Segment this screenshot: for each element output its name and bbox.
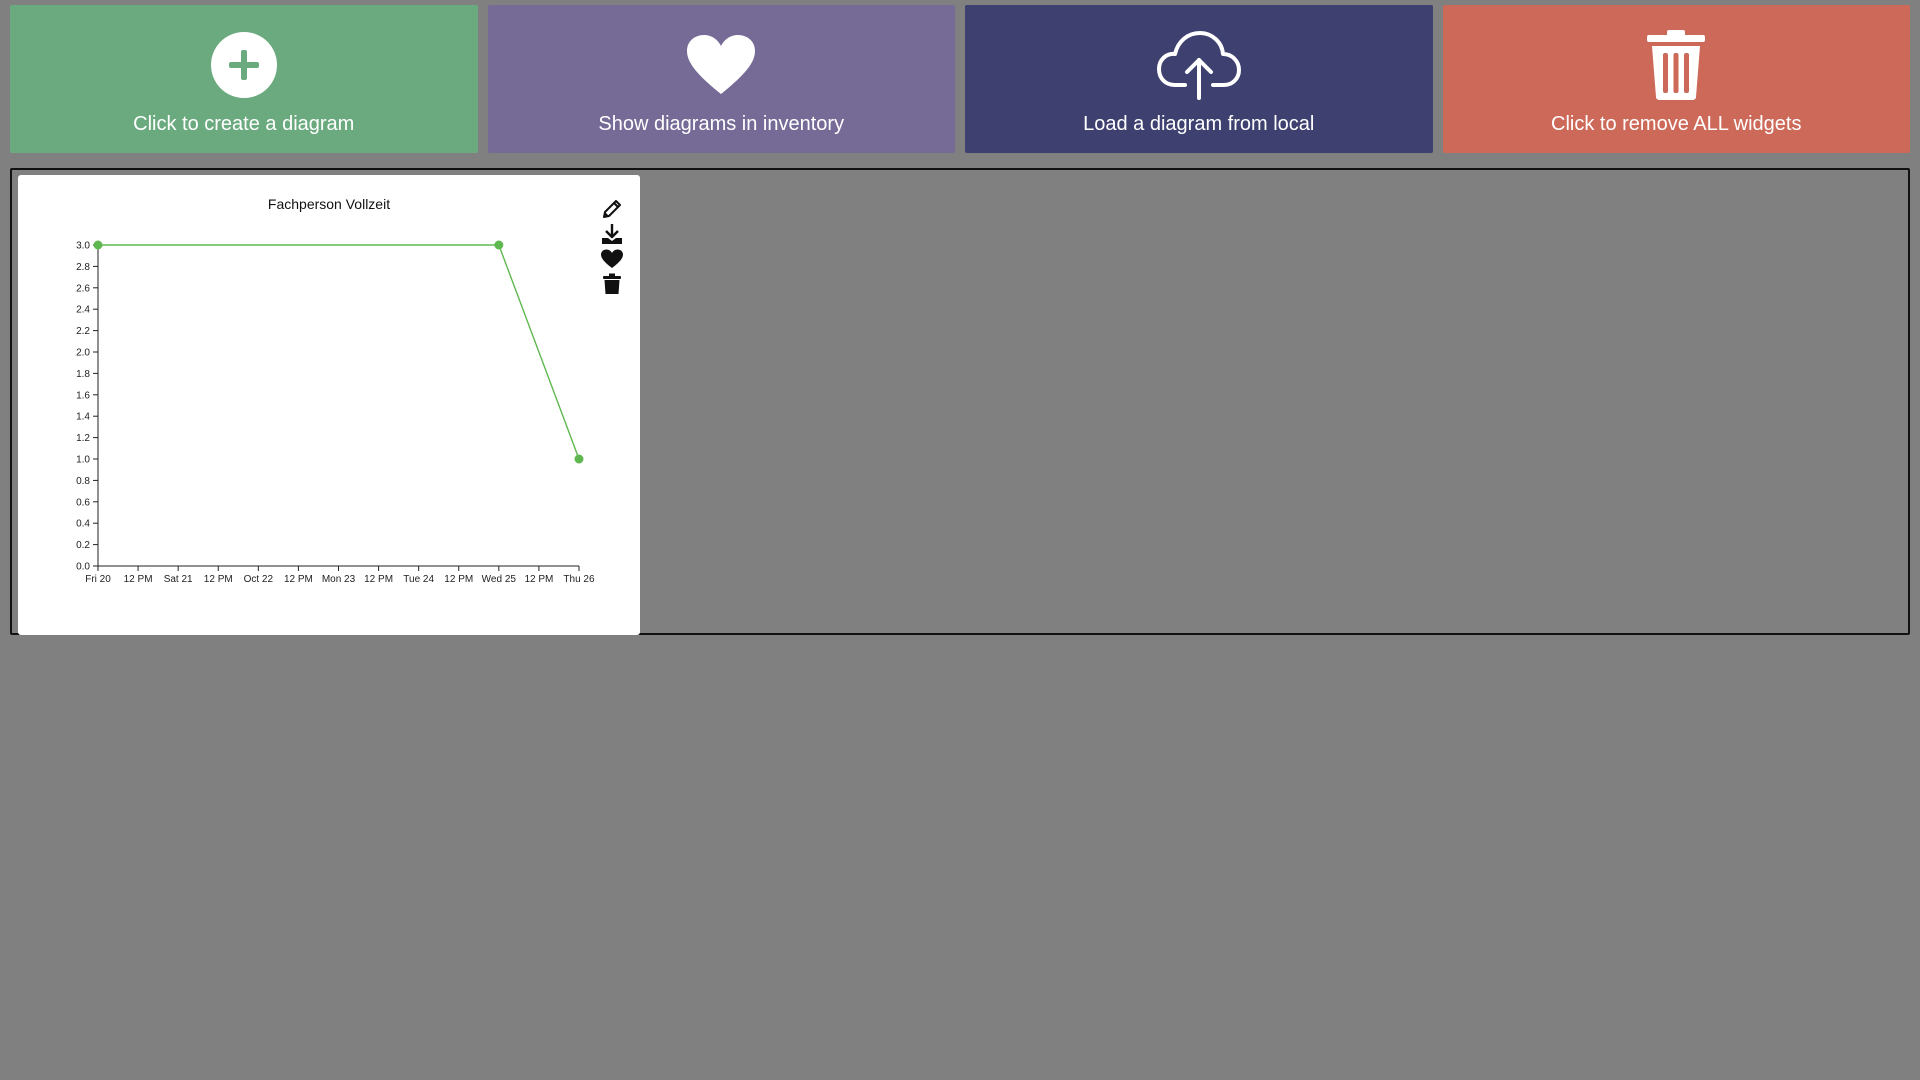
x-tick-label: 12 PM bbox=[124, 574, 153, 585]
y-tick-label: 2.0 bbox=[76, 348, 90, 359]
chart-title: Fachperson Vollzeit bbox=[268, 196, 390, 212]
widget-toolbar bbox=[598, 197, 626, 295]
download-icon bbox=[602, 223, 622, 244]
plus-circle-icon bbox=[202, 23, 286, 107]
x-tick-label: Mon 23 bbox=[322, 574, 356, 585]
x-tick-label: 12 PM bbox=[444, 574, 473, 585]
y-tick-label: 0.4 bbox=[76, 519, 90, 530]
heart-icon bbox=[679, 23, 763, 107]
show-inventory-label: Show diagrams in inventory bbox=[598, 113, 845, 135]
create-diagram-label: Click to create a diagram bbox=[133, 113, 355, 135]
x-tick-label: Sat 21 bbox=[164, 574, 193, 585]
series-line bbox=[98, 244, 580, 460]
x-tick-label: Tue 24 bbox=[403, 574, 434, 585]
x-tick-label: 12 PM bbox=[524, 574, 553, 585]
trash-icon bbox=[603, 273, 621, 294]
y-tick-label: 1.8 bbox=[76, 369, 90, 380]
x-tick-label: Oct 22 bbox=[244, 574, 274, 585]
widget-workspace: Fachperson Vollzeit 0.0 0.2 0.4 0.6 0.8 1.0 1.… bbox=[10, 168, 1910, 635]
y-tick-label: 1.2 bbox=[76, 433, 90, 444]
line-chart: Fachperson Vollzeit 0.0 0.2 0.4 0.6 0.8 1.0 1.… bbox=[76, 196, 595, 585]
delete-diagram-button[interactable] bbox=[600, 272, 624, 295]
x-tick-label: Fri 20 bbox=[85, 574, 111, 585]
x-tick-label: 12 PM bbox=[204, 574, 233, 585]
diagram-widget[interactable]: Fachperson Vollzeit 0.0 0.2 0.4 0.6 0.8 1.0 1.… bbox=[18, 175, 640, 635]
y-tick-label: 0.2 bbox=[76, 540, 90, 551]
pencil-icon bbox=[603, 199, 621, 218]
data-point[interactable] bbox=[494, 240, 504, 250]
x-tick-label: Thu 26 bbox=[563, 574, 595, 585]
remove-all-widgets-button[interactable]: Click to remove ALL widgets bbox=[1442, 5, 1910, 153]
heart-icon bbox=[601, 249, 623, 268]
download-diagram-button[interactable] bbox=[600, 222, 624, 245]
y-tick-label: 2.4 bbox=[76, 305, 90, 316]
y-tick-label: 2.8 bbox=[76, 262, 90, 273]
cloud-upload-icon bbox=[1156, 23, 1241, 107]
y-tick-label: 3.0 bbox=[76, 241, 90, 252]
trash-icon bbox=[1634, 23, 1718, 107]
favorite-diagram-button[interactable] bbox=[600, 247, 624, 270]
x-axis: Fri 20 12 PM Sat 21 12 PM Oct 22 12 PM Mon 23 1… bbox=[85, 565, 595, 585]
data-point[interactable] bbox=[93, 240, 103, 250]
x-tick-label: 12 PM bbox=[364, 574, 393, 585]
x-tick-label: 12 PM bbox=[284, 574, 313, 585]
y-tick-label: 0.6 bbox=[76, 497, 90, 508]
create-diagram-button[interactable]: Click to create a diagram bbox=[10, 5, 478, 153]
y-axis: 0.0 0.2 0.4 0.6 0.8 1.0 1.2 1.4 1.6 1.8 2.0 2.2 2.4 2… bbox=[76, 241, 99, 573]
y-tick-label: 1.4 bbox=[76, 412, 90, 423]
y-tick-label: 1.6 bbox=[76, 390, 90, 401]
load-local-button[interactable]: Load a diagram from local bbox=[965, 5, 1433, 153]
y-tick-label: 2.2 bbox=[76, 326, 90, 337]
show-inventory-button[interactable]: Show diagrams in inventory bbox=[487, 5, 955, 153]
y-tick-label: 0.0 bbox=[76, 562, 90, 573]
remove-all-widgets-label: Click to remove ALL widgets bbox=[1551, 113, 1802, 135]
series-group bbox=[93, 240, 584, 464]
data-point[interactable] bbox=[574, 454, 584, 464]
y-tick-label: 2.6 bbox=[76, 283, 90, 294]
x-tick-label: Wed 25 bbox=[482, 574, 517, 585]
y-tick-label: 0.8 bbox=[76, 476, 90, 487]
toolbar: Click to create a diagram Show diagrams … bbox=[10, 5, 1910, 153]
y-tick-label: 1.0 bbox=[76, 455, 90, 466]
load-local-label: Load a diagram from local bbox=[1083, 113, 1315, 135]
edit-diagram-button[interactable] bbox=[600, 197, 624, 220]
